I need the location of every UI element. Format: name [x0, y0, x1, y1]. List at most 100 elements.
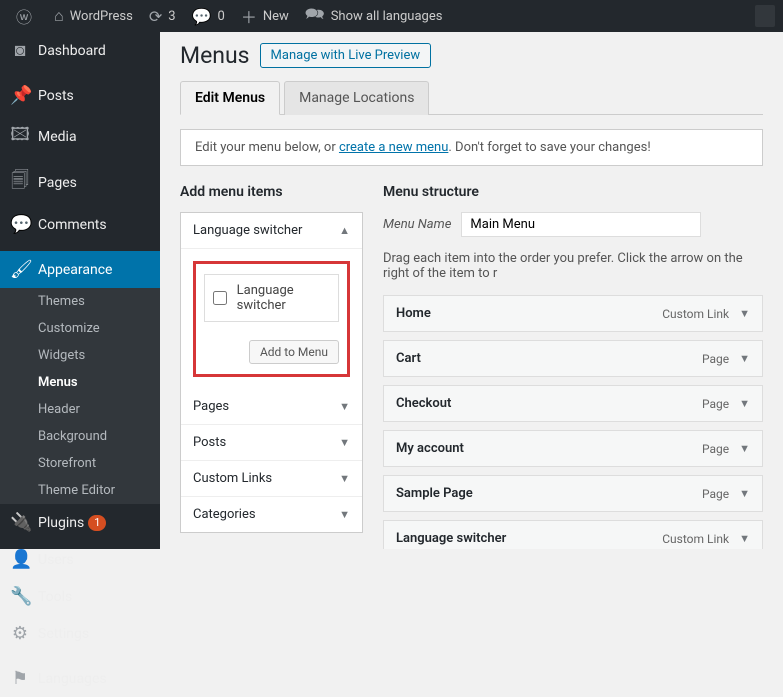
highlight-box: Language switcher Add to Menu	[193, 261, 350, 377]
plugin-badge: 1	[88, 515, 106, 531]
sidebar-label: Media	[38, 129, 77, 145]
sidebar-item-media[interactable]: 🖾 Media	[0, 114, 160, 160]
sidebar-item-posts[interactable]: 📌Posts	[0, 77, 160, 114]
menu-item-type: Custom Link	[662, 532, 729, 546]
chevron-down-icon[interactable]: ▼	[739, 352, 750, 365]
menu-name-label: Menu Name	[383, 217, 451, 232]
menu-name-input[interactable]	[461, 212, 701, 237]
plugin-icon: 🔌	[10, 512, 30, 533]
menu-item-home[interactable]: Home Custom Link ▼	[383, 295, 763, 332]
menu-item-sample-page[interactable]: Sample PagePage▼	[383, 475, 763, 512]
menu-item-language-switcher[interactable]: Language switcherCustom Link▼	[383, 520, 763, 549]
live-preview-button[interactable]: Manage with Live Preview	[260, 43, 432, 68]
tab-manage-locations[interactable]: Manage Locations	[284, 81, 429, 115]
sidebar-label: Appearance	[38, 262, 112, 278]
flag-icon: ⚑	[10, 668, 30, 689]
home-icon: ⌂	[54, 6, 64, 26]
sidebar-label: Tools	[38, 589, 72, 605]
tab-edit-menus[interactable]: Edit Menus	[180, 81, 280, 115]
submenu-themes[interactable]: Themes	[0, 288, 160, 315]
add-to-menu-button[interactable]: Add to Menu	[249, 340, 339, 364]
accordion-header-label: Posts	[193, 435, 226, 450]
comments-link[interactable]: 💬0	[184, 0, 233, 32]
notice-text-suffix: . Don't forget to save your changes!	[448, 140, 650, 155]
accordion-header-label: Language switcher	[193, 223, 302, 238]
appearance-submenu: Themes Customize Widgets Menus Header Ba…	[0, 288, 160, 504]
submenu-menus[interactable]: Menus	[0, 369, 160, 396]
updates-count: 3	[168, 9, 175, 24]
sidebar-item-comments[interactable]: 💬Comments	[0, 206, 160, 243]
tools-icon: 🔧	[10, 586, 30, 607]
chevron-down-icon: ▼	[339, 472, 350, 485]
submenu-storefront[interactable]: Storefront	[0, 450, 160, 477]
add-items-accordion: Language switcher ▲ Language switcher Ad…	[180, 212, 363, 533]
sidebar-item-pages[interactable]: 🗐Pages	[0, 160, 160, 206]
menu-item-label: Checkout	[396, 396, 451, 411]
accordion-posts-header[interactable]: Posts▼	[181, 425, 362, 461]
accordion-language-switcher-header[interactable]: Language switcher ▲	[181, 213, 362, 249]
site-name: WordPress	[70, 9, 133, 24]
site-name-link[interactable]: ⌂ WordPress	[46, 0, 141, 32]
chevron-down-icon: ▼	[339, 400, 350, 413]
menu-item-type: Page	[702, 352, 729, 366]
sidebar-item-tools[interactable]: 🔧 Tools	[0, 578, 160, 615]
language-switcher-checkbox[interactable]	[213, 290, 227, 306]
comments-count: 0	[218, 9, 225, 24]
accordion-language-switcher-body: Language switcher Add to Menu	[181, 249, 362, 389]
menu-item-label: My account	[396, 441, 464, 456]
menu-item-my-account[interactable]: My accountPage▼	[383, 430, 763, 467]
sidebar-label: Users	[38, 552, 74, 568]
menu-structure-column: Menu structure Menu Name Drag each item …	[383, 184, 763, 549]
checkbox-label: Language switcher	[237, 283, 330, 313]
comment-icon: 💬	[192, 7, 212, 26]
chevron-down-icon[interactable]: ▼	[739, 487, 750, 500]
chevron-down-icon: ▼	[339, 508, 350, 521]
menu-item-type: Custom Link	[662, 307, 729, 321]
chevron-down-icon[interactable]: ▼	[739, 397, 750, 410]
chevron-down-icon[interactable]: ▼	[739, 532, 750, 545]
chevron-up-icon: ▲	[339, 224, 350, 237]
sidebar-item-users[interactable]: 👤 Users	[0, 541, 160, 578]
accordion-categories-header[interactable]: Categories ▼	[181, 497, 362, 532]
submenu-header[interactable]: Header	[0, 396, 160, 423]
users-icon: 👤	[10, 549, 30, 570]
updates-link[interactable]: ⟳3	[141, 0, 184, 32]
accordion-pages-header[interactable]: Pages▼	[181, 389, 362, 425]
wp-logo[interactable]: ⓦ	[8, 0, 46, 32]
menu-item-cart[interactable]: Cart Page ▼	[383, 340, 763, 377]
submenu-background[interactable]: Background	[0, 423, 160, 450]
menu-item-type: Page	[702, 397, 729, 411]
admin-topbar: ⓦ ⌂WordPress ⟳3 💬0 ＋New 🗪Show all langua…	[0, 0, 783, 32]
brush-icon: 🖌	[10, 259, 30, 280]
menu-item-label: Sample Page	[396, 486, 473, 501]
wordpress-icon: ⓦ	[16, 4, 32, 28]
media-icon: 🖾	[10, 122, 30, 152]
submenu-theme-editor[interactable]: Theme Editor	[0, 477, 160, 504]
chevron-down-icon[interactable]: ▼	[739, 442, 750, 455]
notice-text-prefix: Edit your menu below, or	[195, 140, 339, 155]
submenu-widgets[interactable]: Widgets	[0, 342, 160, 369]
menu-item-label: Cart	[396, 351, 421, 366]
languages-link[interactable]: 🗪Show all languages	[297, 0, 451, 32]
new-link[interactable]: ＋New	[233, 0, 297, 32]
create-menu-link[interactable]: create a new menu	[339, 140, 448, 155]
add-items-title: Add menu items	[180, 184, 363, 200]
sidebar-item-settings[interactable]: ⚙Settings	[0, 615, 160, 652]
sidebar-item-dashboard[interactable]: ◙Dashboard	[0, 32, 160, 69]
menu-item-label: Home	[396, 306, 431, 321]
comments-icon: 💬	[10, 214, 30, 235]
info-notice: Edit your menu below, or create a new me…	[180, 129, 763, 166]
menu-item-checkout[interactable]: Checkout Page ▼	[383, 385, 763, 422]
sidebar-item-plugins[interactable]: 🔌Plugins1	[0, 504, 160, 541]
pin-icon: 📌	[10, 85, 30, 106]
menu-structure-title: Menu structure	[383, 184, 763, 200]
accordion-header-label: Categories	[193, 507, 256, 522]
chevron-down-icon[interactable]: ▼	[739, 307, 750, 320]
drag-hint: Drag each item into the order you prefer…	[383, 251, 763, 281]
accordion-custom-links-header[interactable]: Custom Links ▼	[181, 461, 362, 497]
submenu-customize[interactable]: Customize	[0, 315, 160, 342]
sidebar-item-languages[interactable]: ⚑Languages	[0, 660, 160, 697]
sidebar-item-appearance[interactable]: 🖌 Appearance	[0, 251, 160, 288]
accordion-header-label: Custom Links	[193, 471, 272, 486]
admin-sidebar: ◙Dashboard 📌Posts 🖾 Media 🗐Pages 💬Comment…	[0, 32, 160, 549]
